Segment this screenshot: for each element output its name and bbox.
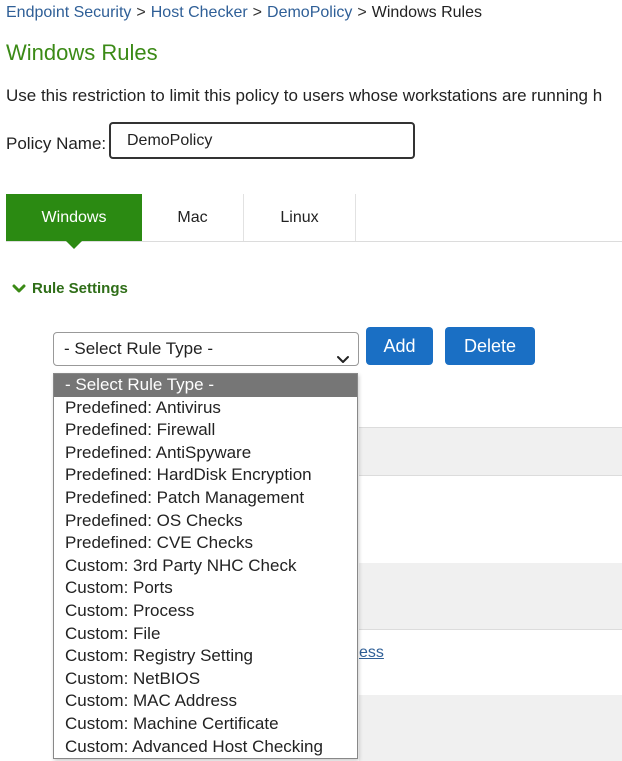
rule-type-option[interactable]: Predefined: AntiSpyware (54, 442, 357, 465)
rule-type-option[interactable]: - Select Rule Type - (54, 374, 357, 397)
tab-mac[interactable]: Mac (142, 194, 243, 241)
rule-type-option[interactable]: Predefined: CVE Checks (54, 532, 357, 555)
breadcrumb-separator: > (357, 4, 367, 21)
breadcrumb-link-endpoint-security[interactable]: Endpoint Security (6, 4, 131, 21)
rule-type-option[interactable]: Custom: 3rd Party NHC Check (54, 555, 357, 578)
rule-type-option[interactable]: Custom: Machine Certificate (54, 713, 357, 736)
rule-settings-toggle[interactable]: Rule Settings (12, 280, 128, 298)
rule-type-option[interactable]: Custom: MAC Address (54, 690, 357, 713)
breadcrumb-link-demopolicy[interactable]: DemoPolicy (267, 4, 352, 21)
breadcrumb: Endpoint Security > Host Checker > DemoPolic… (6, 4, 482, 22)
rule-type-option[interactable]: Predefined: Firewall (54, 419, 357, 442)
table-header-row (359, 428, 622, 475)
table-row-link[interactable]: ess (359, 644, 384, 662)
rule-type-option[interactable]: Custom: Process (54, 600, 357, 623)
policy-name-label: Policy Name: (6, 134, 107, 153)
rule-type-option[interactable]: Predefined: Antivirus (54, 397, 357, 420)
table-divider (359, 475, 622, 476)
breadcrumb-separator: > (136, 4, 146, 21)
rule-type-select-value: - Select Rule Type - (64, 339, 213, 358)
rule-type-option[interactable]: Custom: Registry Setting (54, 645, 357, 668)
rule-type-select[interactable]: - Select Rule Type - (53, 332, 359, 366)
table-row (359, 563, 622, 629)
chevron-down-icon (336, 344, 350, 376)
rule-type-option[interactable]: Custom: Ports (54, 577, 357, 600)
table-row (359, 695, 622, 761)
tab-windows[interactable]: Windows (6, 194, 142, 249)
policy-name-input[interactable] (109, 122, 415, 159)
tab-divider (355, 194, 356, 241)
page-description: Use this restriction to limit this polic… (6, 86, 603, 105)
table-divider (359, 629, 622, 630)
rule-type-option[interactable]: Predefined: HardDisk Encryption (54, 464, 357, 487)
platform-tabs: Windows Mac Linux (6, 194, 622, 249)
tab-linux[interactable]: Linux (244, 194, 355, 241)
page-title: Windows Rules (6, 40, 158, 65)
rule-type-option[interactable]: Custom: Advanced Host Checking (54, 736, 357, 759)
rule-type-option[interactable]: Custom: File (54, 623, 357, 646)
breadcrumb-separator: > (252, 4, 263, 21)
chevron-down-icon (12, 281, 26, 298)
rule-type-option[interactable]: Predefined: OS Checks (54, 510, 357, 533)
rule-type-dropdown-list: - Select Rule Type - Predefined: Antivir… (53, 373, 358, 759)
rule-type-option[interactable]: Custom: NetBIOS (54, 668, 357, 691)
add-button[interactable]: Add (366, 327, 433, 365)
breadcrumb-current: Windows Rules (371, 4, 482, 21)
breadcrumb-link-host-checker[interactable]: Host Checker (151, 4, 248, 21)
rule-type-option[interactable]: Predefined: Patch Management (54, 487, 357, 510)
rule-settings-label: Rule Settings (32, 280, 128, 297)
delete-button[interactable]: Delete (445, 327, 535, 365)
